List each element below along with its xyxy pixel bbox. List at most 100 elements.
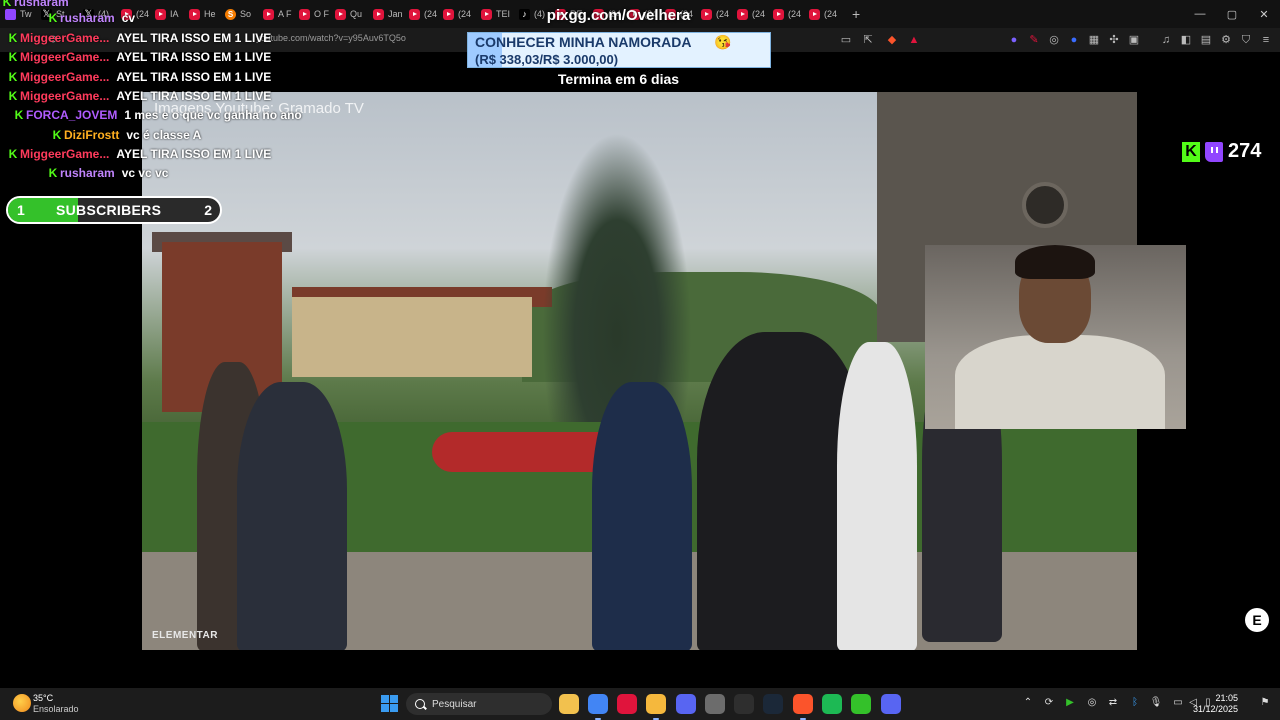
- share-icon[interactable]: ⇱: [860, 32, 876, 48]
- tray-sync-icon[interactable]: ⟳: [1042, 697, 1056, 708]
- wallet-icon[interactable]: ▤: [1198, 32, 1214, 48]
- files-icon[interactable]: [646, 694, 666, 720]
- viewer-counter: K 274: [1182, 140, 1261, 163]
- chat-username: FORCA_JOVEM: [26, 108, 118, 122]
- media-icon[interactable]: ♫: [1158, 32, 1174, 48]
- chat-text: vc é classe A: [126, 128, 202, 142]
- file-explorer-icon[interactable]: [559, 694, 579, 714]
- chat-message: K MiggeerGame... AYEL TIRA ISSO EM 1 LIVE: [6, 30, 272, 46]
- chat-text: AYEL TIRA ISSO EM 1 LIVE: [116, 147, 272, 161]
- extension-icon[interactable]: ●: [1006, 32, 1022, 48]
- cast-icon[interactable]: ▭: [838, 32, 854, 48]
- opera-icon[interactable]: [617, 694, 637, 714]
- extension-grid-icon[interactable]: ▦: [1086, 32, 1102, 48]
- start-button[interactable]: [381, 695, 398, 712]
- tray-play-icon[interactable]: ▶: [1063, 697, 1077, 708]
- microphone-icon[interactable]: 🎙: [1149, 697, 1163, 708]
- chat-message: Krusharam cv: [46, 10, 135, 26]
- play-app-icon[interactable]: [851, 694, 871, 714]
- twitch-icon: [1205, 141, 1223, 162]
- notification-icon[interactable]: ⚑: [1258, 697, 1272, 708]
- subscriber-goal-bar: 1 SUBSCRIBERS 2: [6, 196, 222, 224]
- chat-message: K MiggeerGame... AYEL TIRA ISSO EM 1 LIVE: [6, 146, 272, 162]
- kiss-emoji-icon: 😘: [714, 34, 732, 50]
- search-placeholder: Pesquisar: [432, 698, 477, 710]
- extension-game-icon[interactable]: ◎: [1046, 32, 1062, 48]
- chat-username: DiziFrostt: [64, 128, 120, 142]
- chat-username: MiggeerGame...: [20, 31, 110, 45]
- corner-badge-icon: E: [1245, 608, 1269, 632]
- pixgg-link: pixgg.com/Ovelhera: [546, 7, 691, 24]
- chat-username: rusharam: [14, 0, 69, 9]
- webcam-overlay: [925, 245, 1186, 429]
- vpn-icon[interactable]: ⚙: [1218, 32, 1234, 48]
- weather-temperature[interactable]: 35°C: [33, 693, 53, 703]
- subscriber-label: SUBSCRIBERS: [56, 202, 162, 218]
- chat-message: K MiggeerGame... AYEL TIRA ISSO EM 1 LIVE: [6, 69, 272, 85]
- steam-icon[interactable]: [763, 694, 783, 714]
- chat-text: AYEL TIRA ISSO EM 1 LIVE: [116, 70, 272, 84]
- kick-badge-icon: K: [8, 50, 18, 64]
- discord-icon[interactable]: [881, 694, 901, 714]
- subscriber-target: 2: [204, 202, 212, 218]
- search-icon: [415, 699, 425, 709]
- sidebar-icon[interactable]: ◧: [1178, 32, 1194, 48]
- clock-app-icon[interactable]: [705, 694, 725, 714]
- video-building: [292, 297, 532, 377]
- discord-app-icon[interactable]: [676, 694, 696, 714]
- chat-message: Krusharam: [0, 0, 76, 10]
- tray-chevron-icon[interactable]: ⌃: [1021, 697, 1035, 708]
- extensions-puzzle-icon[interactable]: ✣: [1106, 32, 1122, 48]
- close-button[interactable]: ✕: [1248, 0, 1280, 28]
- chat-text: AYEL TIRA ISSO EM 1 LIVE: [116, 50, 272, 64]
- webcam-hair: [1015, 245, 1095, 279]
- video-person: [837, 342, 917, 650]
- network-icon[interactable]: ▭: [1171, 697, 1185, 708]
- chat-username: MiggeerGame...: [20, 147, 110, 161]
- chat-message: K FORCA_JOVEM 1 mes e o que vc ganha no an…: [12, 107, 302, 123]
- kick-badge-icon: K: [2, 0, 12, 9]
- video-church-window: [1022, 182, 1068, 228]
- kick-badge-icon: K: [8, 31, 18, 45]
- brave-shields-icon[interactable]: ◆: [884, 32, 900, 48]
- url-field[interactable]: youtube.com/watch?v=y95Auv6TQ5o: [256, 33, 406, 43]
- kick-badge-icon: K: [52, 128, 62, 142]
- chat-username: MiggeerGame...: [20, 50, 110, 64]
- clock-date[interactable]: 31/12/2025: [1193, 704, 1238, 714]
- menu-icon[interactable]: ≡: [1258, 32, 1274, 48]
- chat-message: K MiggeerGame... AYEL TIRA ISSO EM 1 LIVE: [6, 49, 272, 65]
- chat-message: K DiziFrostt vc é classe A: [50, 127, 202, 143]
- bluetooth-icon[interactable]: ᛒ: [1128, 697, 1142, 708]
- arrow-app-icon[interactable]: [734, 694, 754, 714]
- kick-icon: K: [1182, 141, 1200, 162]
- chat-text: AYEL TIRA ISSO EM 1 LIVE: [116, 89, 272, 103]
- video-person: [592, 382, 692, 650]
- donation-goal: CONHECER MINHA NAMORADA 😘 (R$ 338,03/R$ …: [467, 32, 771, 68]
- chat-username: rusharam: [60, 166, 115, 180]
- tray-circle-icon[interactable]: ◎: [1085, 697, 1099, 708]
- kick-badge-icon: K: [48, 166, 58, 180]
- clock-time[interactable]: 21:05: [1215, 693, 1238, 703]
- spotify-icon[interactable]: [822, 694, 842, 714]
- brave-rewards-icon[interactable]: ▲: [906, 32, 922, 48]
- kick-badge-icon: K: [8, 147, 18, 161]
- tray-share-icon[interactable]: ⇄: [1106, 697, 1120, 708]
- shield-icon[interactable]: ⛉: [1238, 32, 1254, 48]
- kick-badge-icon: K: [8, 89, 18, 103]
- donation-goal-amount: (R$ 338,03/R$ 3.000,00): [475, 52, 619, 67]
- taskbar-search[interactable]: Pesquisar: [406, 693, 552, 715]
- windows-taskbar: 35°C Ensolarado Pesquisar ⌃ ⟳ ▶ ◎ ⇄ ᛒ 🎙 …: [0, 688, 1280, 720]
- extension-pen-icon[interactable]: ✎: [1026, 32, 1042, 48]
- kick-badge-icon: K: [8, 70, 18, 84]
- screenshot-icon[interactable]: ▣: [1126, 32, 1142, 48]
- chat-text: vc vc vc: [121, 166, 169, 180]
- weather-description[interactable]: Ensolarado: [33, 704, 79, 714]
- kick-badge-icon: K: [48, 11, 58, 25]
- webcam-shirt: [955, 335, 1165, 429]
- extension-blue-icon[interactable]: ●: [1066, 32, 1082, 48]
- brave-icon[interactable]: [793, 694, 813, 720]
- chrome-icon[interactable]: [588, 694, 608, 720]
- chat-username: rusharam: [60, 11, 115, 25]
- chat-message: Krusharam vc vc vc: [46, 165, 169, 181]
- weather-sun-icon[interactable]: [13, 694, 31, 712]
